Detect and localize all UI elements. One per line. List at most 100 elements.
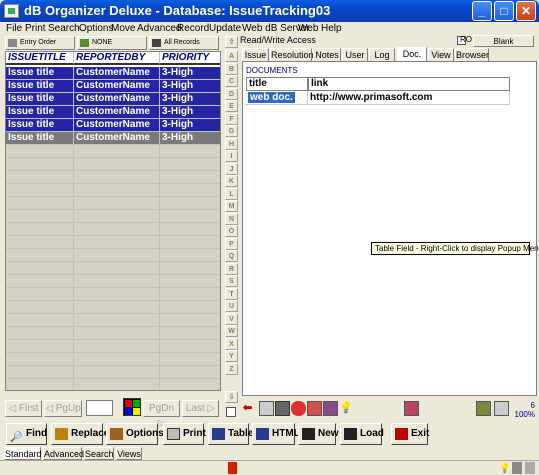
cell-issuetitle[interactable]: Issue title bbox=[6, 67, 74, 80]
cell-priority[interactable]: 3-High bbox=[160, 80, 220, 93]
menu-options[interactable]: Options bbox=[79, 23, 113, 34]
cell-issuetitle[interactable]: Issue title bbox=[6, 132, 74, 145]
alpha-key-m[interactable]: M bbox=[225, 200, 238, 212]
alpha-key-y[interactable]: Y bbox=[225, 350, 238, 362]
alpha-key-v[interactable]: V bbox=[225, 312, 238, 325]
menu-help[interactable]: Help bbox=[321, 23, 342, 34]
cell-priority[interactable]: 3-High bbox=[160, 106, 220, 119]
status-tab-search[interactable]: Search bbox=[84, 447, 114, 460]
column-header-reportedby[interactable]: REPORTEDBY bbox=[74, 52, 160, 65]
status-tab-views[interactable]: Views bbox=[116, 447, 142, 460]
cell-priority[interactable]: 3-High bbox=[160, 132, 220, 145]
cell-reportedby[interactable]: CustomerName bbox=[74, 67, 160, 80]
menu-move[interactable]: Move bbox=[111, 23, 135, 34]
load-button[interactable]: Load bbox=[340, 423, 384, 445]
replace-button[interactable]: Replace bbox=[51, 423, 109, 445]
status-tab-standard[interactable]: Standard bbox=[4, 447, 42, 460]
cell-issuetitle[interactable]: Issue title bbox=[6, 80, 74, 93]
alpha-key-r[interactable]: R bbox=[225, 262, 238, 275]
status-tab-advanced[interactable]: Advanced bbox=[43, 447, 84, 460]
cell-reportedby[interactable]: CustomerName bbox=[74, 106, 160, 119]
tab-issue[interactable]: Issue bbox=[242, 48, 269, 61]
entry-order-button[interactable]: Entry Order bbox=[5, 36, 75, 50]
alpha-key-k[interactable]: K bbox=[225, 175, 238, 187]
table-row[interactable]: Issue title CustomerName 3-High bbox=[6, 132, 220, 145]
alpha-key-q[interactable]: Q bbox=[225, 250, 238, 262]
last-record-button[interactable]: Last ▷ bbox=[182, 400, 219, 417]
blank-button[interactable]: Blank bbox=[473, 35, 534, 47]
tab-view[interactable]: View bbox=[428, 48, 454, 61]
alpha-key-w[interactable]: W bbox=[225, 325, 238, 337]
cell-reportedby[interactable]: CustomerName bbox=[74, 93, 160, 106]
cell-issuetitle[interactable]: Issue title bbox=[6, 119, 74, 132]
print-button[interactable]: Print bbox=[163, 423, 206, 445]
find-button[interactable]: 🔎 Find bbox=[6, 423, 47, 445]
html-button[interactable]: HTML bbox=[252, 423, 300, 445]
cell-reportedby[interactable]: CustomerName bbox=[74, 80, 160, 93]
tab-browser[interactable]: Browser bbox=[455, 48, 489, 61]
cell-issuetitle[interactable]: Issue title bbox=[6, 93, 74, 106]
menu-print[interactable]: Print bbox=[25, 23, 46, 34]
tab-resolution[interactable]: Resolution bbox=[270, 48, 314, 61]
table-row[interactable]: Issue title CustomerName 3-High bbox=[6, 119, 220, 132]
filter-none-button[interactable]: NONE bbox=[77, 36, 147, 50]
trash-icon[interactable] bbox=[275, 401, 290, 416]
alpha-key-t[interactable]: T bbox=[225, 287, 238, 300]
alpha-key-u[interactable]: U bbox=[225, 300, 238, 312]
column-header-issuetitle[interactable]: ISSUETITLE bbox=[6, 52, 74, 65]
alpha-key-c[interactable]: C bbox=[225, 75, 238, 87]
table-button[interactable]: Table bbox=[208, 423, 253, 445]
print-icon[interactable] bbox=[259, 401, 274, 416]
alpha-key-z[interactable]: Z bbox=[225, 362, 238, 375]
record-number-field[interactable] bbox=[86, 400, 113, 416]
alphabet-checkbox[interactable] bbox=[226, 407, 236, 417]
tab-user[interactable]: User bbox=[342, 48, 368, 61]
menu-search[interactable]: Search bbox=[48, 23, 80, 34]
doc-column-header-link[interactable]: link bbox=[308, 77, 510, 91]
document-icon[interactable] bbox=[494, 401, 509, 416]
alpha-key-s[interactable]: S bbox=[225, 275, 238, 287]
alpha-key-p[interactable]: P bbox=[225, 237, 238, 250]
tab-log[interactable]: Log bbox=[369, 48, 395, 61]
alpha-key-o[interactable]: O bbox=[225, 225, 238, 237]
tab-notes[interactable]: Notes bbox=[313, 48, 341, 61]
page-up-button[interactable]: ◁ PgUp bbox=[44, 400, 82, 417]
alpha-key-e[interactable]: E bbox=[225, 100, 238, 112]
report-icon[interactable] bbox=[404, 401, 419, 416]
scroll-down-arrow-icon[interactable]: ⇩ bbox=[225, 391, 238, 403]
maximize-button[interactable]: □ bbox=[494, 1, 514, 21]
table-row[interactable]: Issue title CustomerName 3-High bbox=[6, 106, 220, 119]
cell-priority[interactable]: 3-High bbox=[160, 93, 220, 106]
alpha-key-i[interactable]: I bbox=[225, 150, 238, 162]
paste-icon[interactable] bbox=[323, 401, 338, 416]
alpha-key-b[interactable]: B bbox=[225, 62, 238, 75]
exit-button[interactable]: Exit bbox=[391, 423, 429, 445]
cell-reportedby[interactable]: CustomerName bbox=[74, 132, 160, 145]
menu-web[interactable]: Web bbox=[298, 23, 318, 34]
all-records-button[interactable]: All Records bbox=[149, 36, 219, 50]
color-picker-icon[interactable] bbox=[123, 398, 141, 416]
minimize-button[interactable]: _ bbox=[472, 1, 492, 21]
menu-advanced[interactable]: Advanced bbox=[137, 23, 181, 34]
cell-reportedby[interactable]: CustomerName bbox=[74, 119, 160, 132]
alpha-key-j[interactable]: J bbox=[225, 162, 238, 175]
new-button[interactable]: New bbox=[298, 423, 339, 445]
options-button[interactable]: Options bbox=[106, 423, 164, 445]
cell-priority[interactable]: 3-High bbox=[160, 119, 220, 132]
menu-record[interactable]: Record bbox=[177, 23, 209, 34]
alpha-key-d[interactable]: D bbox=[225, 87, 238, 100]
alpha-key-g[interactable]: G bbox=[225, 125, 238, 137]
copy-icon[interactable] bbox=[307, 401, 322, 416]
alpha-key-l[interactable]: L bbox=[225, 187, 238, 200]
page-down-button[interactable]: PgDn ▷ bbox=[143, 400, 180, 429]
scroll-up-arrow-icon[interactable]: ⇧ bbox=[225, 36, 238, 48]
alpha-key-a[interactable]: A bbox=[225, 50, 238, 62]
back-arrow-icon[interactable]: ⬅ bbox=[243, 401, 258, 416]
doc-column-header-title[interactable]: title bbox=[246, 77, 308, 91]
web-send-icon[interactable] bbox=[476, 401, 491, 416]
first-record-button[interactable]: ◁ First bbox=[5, 400, 42, 417]
cell-priority[interactable]: 3-High bbox=[160, 67, 220, 80]
alpha-key-f[interactable]: F bbox=[225, 112, 238, 125]
menu-file[interactable]: File bbox=[6, 23, 22, 34]
doc-link-cell[interactable]: http://www.primasoft.com bbox=[308, 91, 510, 105]
